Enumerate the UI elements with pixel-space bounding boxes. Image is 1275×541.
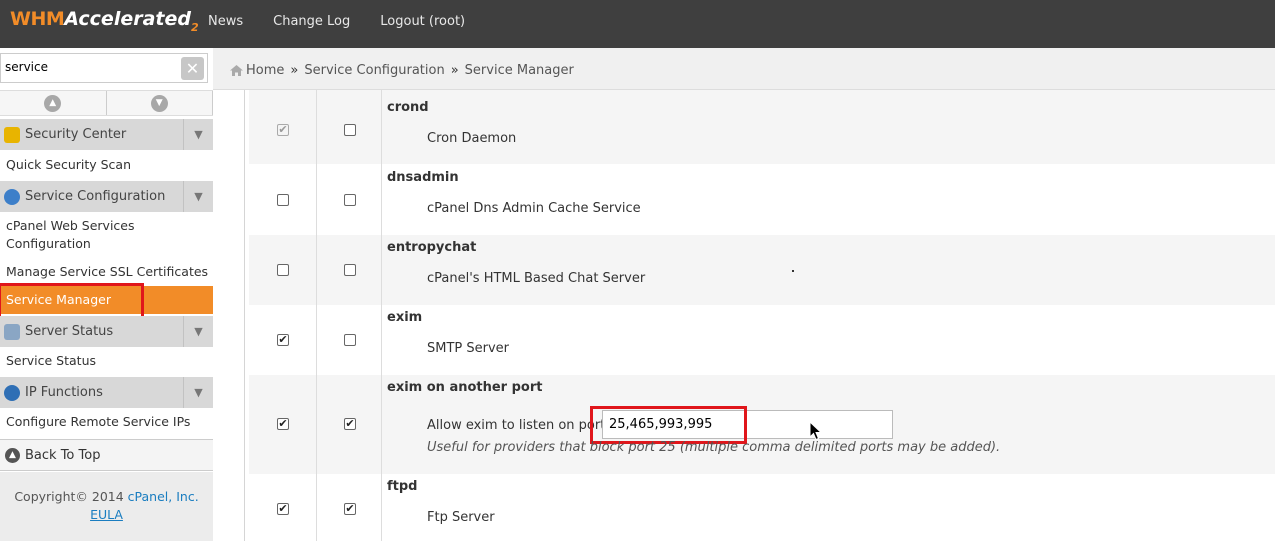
- sidebar-item-cpanel-web-services[interactable]: cPanel Web Services Configuration: [6, 217, 206, 253]
- port-help-note: Useful for providers that block port 25 …: [427, 440, 1001, 455]
- table-row: ✔ crond Cron Daemon: [249, 90, 1275, 164]
- monitor-cell: ✔: [317, 474, 382, 541]
- chevron-down-icon[interactable]: ▼: [183, 181, 213, 212]
- server-icon: [4, 323, 20, 340]
- table-row: ✔ exim SMTP Server: [249, 305, 1275, 375]
- service-description: SMTP Server: [427, 341, 510, 356]
- copyright-text: Copyright© 2014: [14, 489, 124, 504]
- service-name: dnsadmin: [387, 170, 459, 185]
- section-security-center[interactable]: Security Center ▼: [0, 119, 213, 150]
- scroll-down-button[interactable]: ▼: [106, 91, 213, 115]
- breadcrumb-separator: »: [290, 63, 299, 78]
- enabled-checkbox[interactable]: ✔: [277, 418, 289, 430]
- enabled-checkbox[interactable]: ✔: [277, 503, 289, 515]
- eula-link[interactable]: EULA: [90, 507, 123, 522]
- monitor-checkbox[interactable]: [344, 334, 356, 346]
- table-row: ✔ ✔ ftpd Ftp Server: [249, 474, 1275, 541]
- arrow-up-icon: ▲: [44, 94, 62, 112]
- arrow-down-icon: ▼: [150, 94, 168, 112]
- sidebar-item-service-status[interactable]: Service Status: [6, 352, 96, 370]
- monitor-checkbox[interactable]: [344, 194, 356, 206]
- service-description: Allow exim to listen on port: [427, 418, 606, 433]
- arrow-up-icon: ▲: [5, 447, 20, 463]
- monitor-cell: [317, 90, 382, 164]
- search-box: ✕: [0, 53, 208, 83]
- globe-icon: [4, 384, 20, 401]
- service-name: entropychat: [387, 240, 477, 255]
- section-title: Server Status: [25, 324, 114, 339]
- service-name: exim on another port: [387, 380, 543, 395]
- mouse-cursor-icon: [809, 421, 823, 441]
- section-ip-functions[interactable]: IP Functions ▼: [0, 377, 213, 408]
- enabled-cell: [249, 164, 317, 235]
- enabled-cell: [249, 235, 317, 305]
- section-title: IP Functions: [25, 385, 103, 400]
- service-name: exim: [387, 310, 423, 325]
- monitor-cell: [317, 305, 382, 375]
- breadcrumb-separator: »: [450, 63, 459, 78]
- table-row: dnsadmin cPanel Dns Admin Cache Service: [249, 164, 1275, 235]
- monitor-checkbox[interactable]: ✔: [344, 418, 356, 430]
- sidebar: ✕ ▲ ▼ Security Center ▼ Quick Security S…: [0, 48, 213, 541]
- section-server-status[interactable]: Server Status ▼: [0, 316, 213, 347]
- chevron-down-icon[interactable]: ▼: [183, 316, 213, 347]
- monitor-cell: [317, 235, 382, 305]
- table-row: ✔ ✔ exim on another port Allow exim to l…: [249, 375, 1275, 474]
- top-bar: WHMAccelerated2 News Change Log Logout (…: [0, 0, 1275, 48]
- enabled-cell: ✔: [249, 375, 317, 474]
- section-title: Service Configuration: [25, 189, 166, 204]
- section-title: Security Center: [25, 127, 127, 142]
- sidebar-item-quick-security-scan[interactable]: Quick Security Scan: [6, 156, 131, 174]
- monitor-checkbox[interactable]: ✔: [344, 503, 356, 515]
- breadcrumb-current: Service Manager: [464, 63, 574, 78]
- enabled-checkbox[interactable]: [277, 264, 289, 276]
- sidebar-footer: Copyright© 2014 cPanel, Inc. EULA: [0, 472, 213, 541]
- enabled-cell: ✔: [249, 474, 317, 541]
- clear-search-icon[interactable]: ✕: [181, 57, 204, 80]
- enabled-cell: ✔: [249, 90, 317, 164]
- gear-icon: [4, 188, 20, 205]
- news-link[interactable]: News: [208, 14, 243, 29]
- monitor-checkbox[interactable]: [344, 264, 356, 276]
- breadcrumb: Home » Service Configuration » Service M…: [230, 63, 574, 78]
- breadcrumb-bar: Home » Service Configuration » Service M…: [213, 48, 1275, 90]
- enabled-checkbox[interactable]: [277, 194, 289, 206]
- back-to-top-label: Back To Top: [25, 447, 101, 463]
- service-description: cPanel's HTML Based Chat Server: [427, 271, 646, 286]
- stray-dot: [792, 270, 794, 272]
- lock-icon: [4, 126, 20, 143]
- service-description: Cron Daemon: [427, 131, 517, 146]
- scroll-up-button[interactable]: ▲: [0, 91, 107, 115]
- chevron-down-icon[interactable]: ▼: [183, 119, 213, 150]
- sidebar-item-service-manager[interactable]: Service Manager: [0, 286, 213, 314]
- enabled-checkbox[interactable]: ✔: [277, 124, 289, 136]
- exim-port-input[interactable]: [602, 410, 893, 439]
- back-to-top-button[interactable]: ▲ Back To Top: [0, 439, 213, 471]
- service-description: cPanel Dns Admin Cache Service: [427, 201, 641, 216]
- cpanel-link[interactable]: cPanel, Inc.: [128, 489, 199, 504]
- service-description: Ftp Server: [427, 510, 495, 525]
- sidebar-item-configure-remote-ips[interactable]: Configure Remote Service IPs: [6, 413, 190, 431]
- monitor-checkbox[interactable]: [344, 124, 356, 136]
- nav-arrows: ▲ ▼: [0, 90, 213, 116]
- table-row: entropychat cPanel's HTML Based Chat Ser…: [249, 235, 1275, 305]
- section-service-configuration[interactable]: Service Configuration ▼: [0, 181, 213, 212]
- search-input[interactable]: [5, 60, 175, 74]
- whm-logo[interactable]: WHMAccelerated2: [10, 8, 199, 40]
- content-divider: [244, 90, 245, 541]
- service-name: crond: [387, 100, 429, 115]
- chevron-down-icon[interactable]: ▼: [183, 377, 213, 408]
- home-icon: [230, 65, 243, 76]
- enabled-cell: ✔: [249, 305, 317, 375]
- change-log-link[interactable]: Change Log: [273, 14, 350, 29]
- top-nav: News Change Log Logout (root): [208, 14, 495, 29]
- breadcrumb-service-configuration[interactable]: Service Configuration: [304, 63, 444, 78]
- breadcrumb-home[interactable]: Home: [246, 63, 284, 78]
- sidebar-item-manage-ssl[interactable]: Manage Service SSL Certificates: [6, 263, 208, 281]
- service-name: ftpd: [387, 479, 418, 494]
- monitor-cell: [317, 164, 382, 235]
- logout-link[interactable]: Logout (root): [380, 14, 465, 29]
- monitor-cell: ✔: [317, 375, 382, 474]
- enabled-checkbox[interactable]: ✔: [277, 334, 289, 346]
